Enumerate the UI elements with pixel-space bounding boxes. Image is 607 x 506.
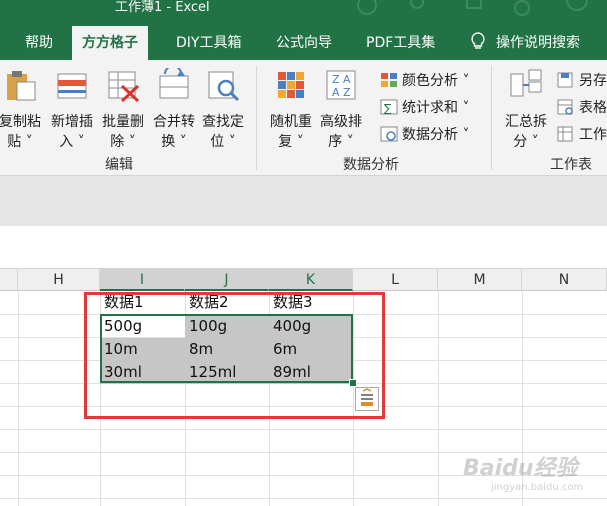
formula-bar-area	[0, 176, 607, 226]
baidu-watermark: Baidu经验 jingyan.baidu.com	[463, 450, 603, 502]
random-repeat-button[interactable]: 随机重 复 ˅	[266, 68, 316, 152]
tab-diy-toolbox[interactable]: DIY工具箱	[176, 32, 241, 52]
column-header-h[interactable]: H	[18, 269, 100, 291]
column-header-j[interactable]: J	[185, 269, 269, 291]
sheet-group-label: 工作表	[550, 157, 592, 173]
highlight-annotation-box	[84, 292, 385, 419]
table-button[interactable]: 表格	[557, 97, 607, 117]
batch-delete-button[interactable]: 批量删 除 ˅	[97, 68, 149, 152]
advanced-sort-button[interactable]: Z A A Z 高级排 序 ˅	[316, 68, 366, 152]
window-title: 工作薄1 - Excel	[115, 0, 210, 15]
column-header-l[interactable]: L	[353, 269, 438, 291]
color-grid-icon	[381, 73, 397, 87]
data-analysis-icon	[380, 126, 398, 142]
color-analysis-button[interactable]: 颜色分析 ˅	[380, 70, 469, 90]
save-as-button[interactable]: 另存	[557, 70, 607, 90]
tell-me-label: 操作说明搜索	[496, 35, 580, 51]
random-grid-icon	[278, 72, 304, 98]
edit-group-label: 编辑	[105, 157, 133, 173]
gridline	[438, 291, 439, 506]
gridline	[18, 291, 19, 506]
tab-fangfang[interactable]: 方方格子	[72, 26, 148, 60]
sort-az-icon: Z A A Z	[326, 70, 356, 100]
svg-text:∑: ∑	[384, 102, 392, 115]
sum-icon: ∑	[380, 99, 398, 115]
watermark-logo-text: Baidu经验	[463, 456, 578, 481]
worksheet-icon	[557, 126, 573, 142]
column-header-m[interactable]: M	[438, 269, 522, 291]
insert-rows-icon	[57, 73, 87, 99]
save-icon	[557, 72, 573, 88]
group-separator	[491, 66, 492, 170]
summary-split-button[interactable]: 汇总拆 分 ˅	[500, 68, 552, 152]
svg-text:Z: Z	[332, 73, 340, 86]
tab-formula-wizard[interactable]: 公式向导	[276, 32, 332, 52]
copy-paste-button[interactable]: 复制粘 贴 ˅	[0, 68, 46, 152]
tab-pdf-tools[interactable]: PDF工具集	[366, 32, 435, 52]
ribbon-panel: 复制粘 贴 ˅ 新增插 入 ˅ 批量删 除 ˅ 合并转 换 ˅ 查找定 位 ˅ …	[0, 60, 607, 176]
ribbon-tabs: 帮助 方方格子 DIY工具箱 公式向导 PDF工具集 操作说明搜索	[0, 22, 607, 60]
svg-text:A: A	[343, 73, 351, 86]
title-bar: 工作薄1 - Excel	[0, 0, 607, 22]
column-header-i[interactable]: I	[100, 269, 185, 291]
find-icon	[208, 71, 240, 102]
tell-me-search[interactable]: 操作说明搜索	[470, 32, 580, 52]
analysis-group-label: 数据分析	[343, 157, 399, 173]
title-bar-pattern	[357, 0, 588, 16]
svg-text:A: A	[332, 86, 340, 99]
insert-button[interactable]: 新增插 入 ˅	[46, 68, 98, 152]
delete-table-icon	[108, 71, 140, 103]
table-link-icon	[557, 99, 573, 115]
column-header-k[interactable]: K	[269, 269, 353, 291]
gridline	[0, 429, 607, 430]
tab-help[interactable]: 帮助	[25, 32, 53, 52]
name-box-area	[0, 226, 607, 269]
worksheet-button[interactable]: 工作	[557, 124, 607, 144]
watermark-url: jingyan.baidu.com	[491, 482, 584, 493]
group-separator	[256, 66, 257, 170]
find-locate-button[interactable]: 查找定 位 ˅	[197, 68, 249, 152]
merge-convert-button[interactable]: 合并转 换 ˅	[148, 65, 200, 152]
merge-icon	[159, 65, 189, 99]
data-analysis-button[interactable]: 数据分析 ˅	[380, 124, 469, 144]
split-sheets-icon	[510, 69, 542, 97]
svg-text:Z: Z	[343, 86, 351, 99]
corner-header[interactable]	[0, 269, 18, 291]
lightbulb-icon	[471, 32, 485, 49]
stat-sum-button[interactable]: ∑ 统计求和 ˅	[380, 97, 469, 117]
column-header-n[interactable]: N	[522, 269, 607, 291]
clipboard-icon	[7, 71, 36, 101]
